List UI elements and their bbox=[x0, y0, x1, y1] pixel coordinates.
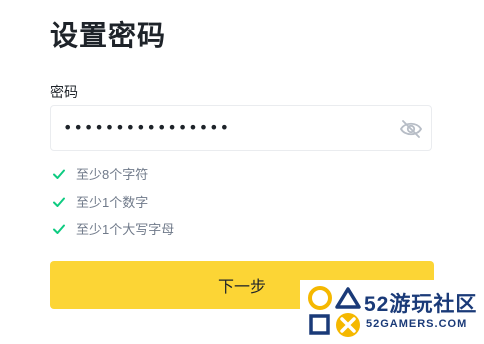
password-label: 密码 bbox=[50, 84, 78, 100]
rule-min-length: 至少8个字符 bbox=[52, 164, 148, 183]
watermark-domain: 52GAMERS.COM bbox=[366, 318, 468, 330]
rule-text: 至少8个字符 bbox=[76, 167, 149, 182]
watermark: 52游玩社区 52GAMERS.COM bbox=[300, 280, 484, 344]
watermark-name: 52游玩社区 bbox=[364, 293, 478, 316]
gamepad-symbols-logo bbox=[308, 286, 361, 337]
check-icon bbox=[53, 197, 65, 207]
rule-text: 至少1个大写字母 bbox=[76, 222, 175, 237]
check-icon bbox=[53, 224, 65, 234]
rule-uppercase: 至少1个大写字母 bbox=[52, 219, 174, 238]
page-title: 设置密码 bbox=[50, 20, 167, 51]
rule-digit: 至少1个数字 bbox=[52, 192, 148, 211]
check-icon bbox=[53, 169, 65, 179]
password-input[interactable]: •••••••••••••••• bbox=[50, 105, 432, 151]
eye-slash-icon[interactable] bbox=[399, 118, 423, 140]
rule-text: 至少1个数字 bbox=[76, 195, 149, 210]
password-value[interactable]: •••••••••••••••• bbox=[63, 120, 230, 136]
set-password-page: 设置密码 密码 •••••••••••••••• 至少8个字符 至少1个数字 至… bbox=[0, 0, 484, 344]
